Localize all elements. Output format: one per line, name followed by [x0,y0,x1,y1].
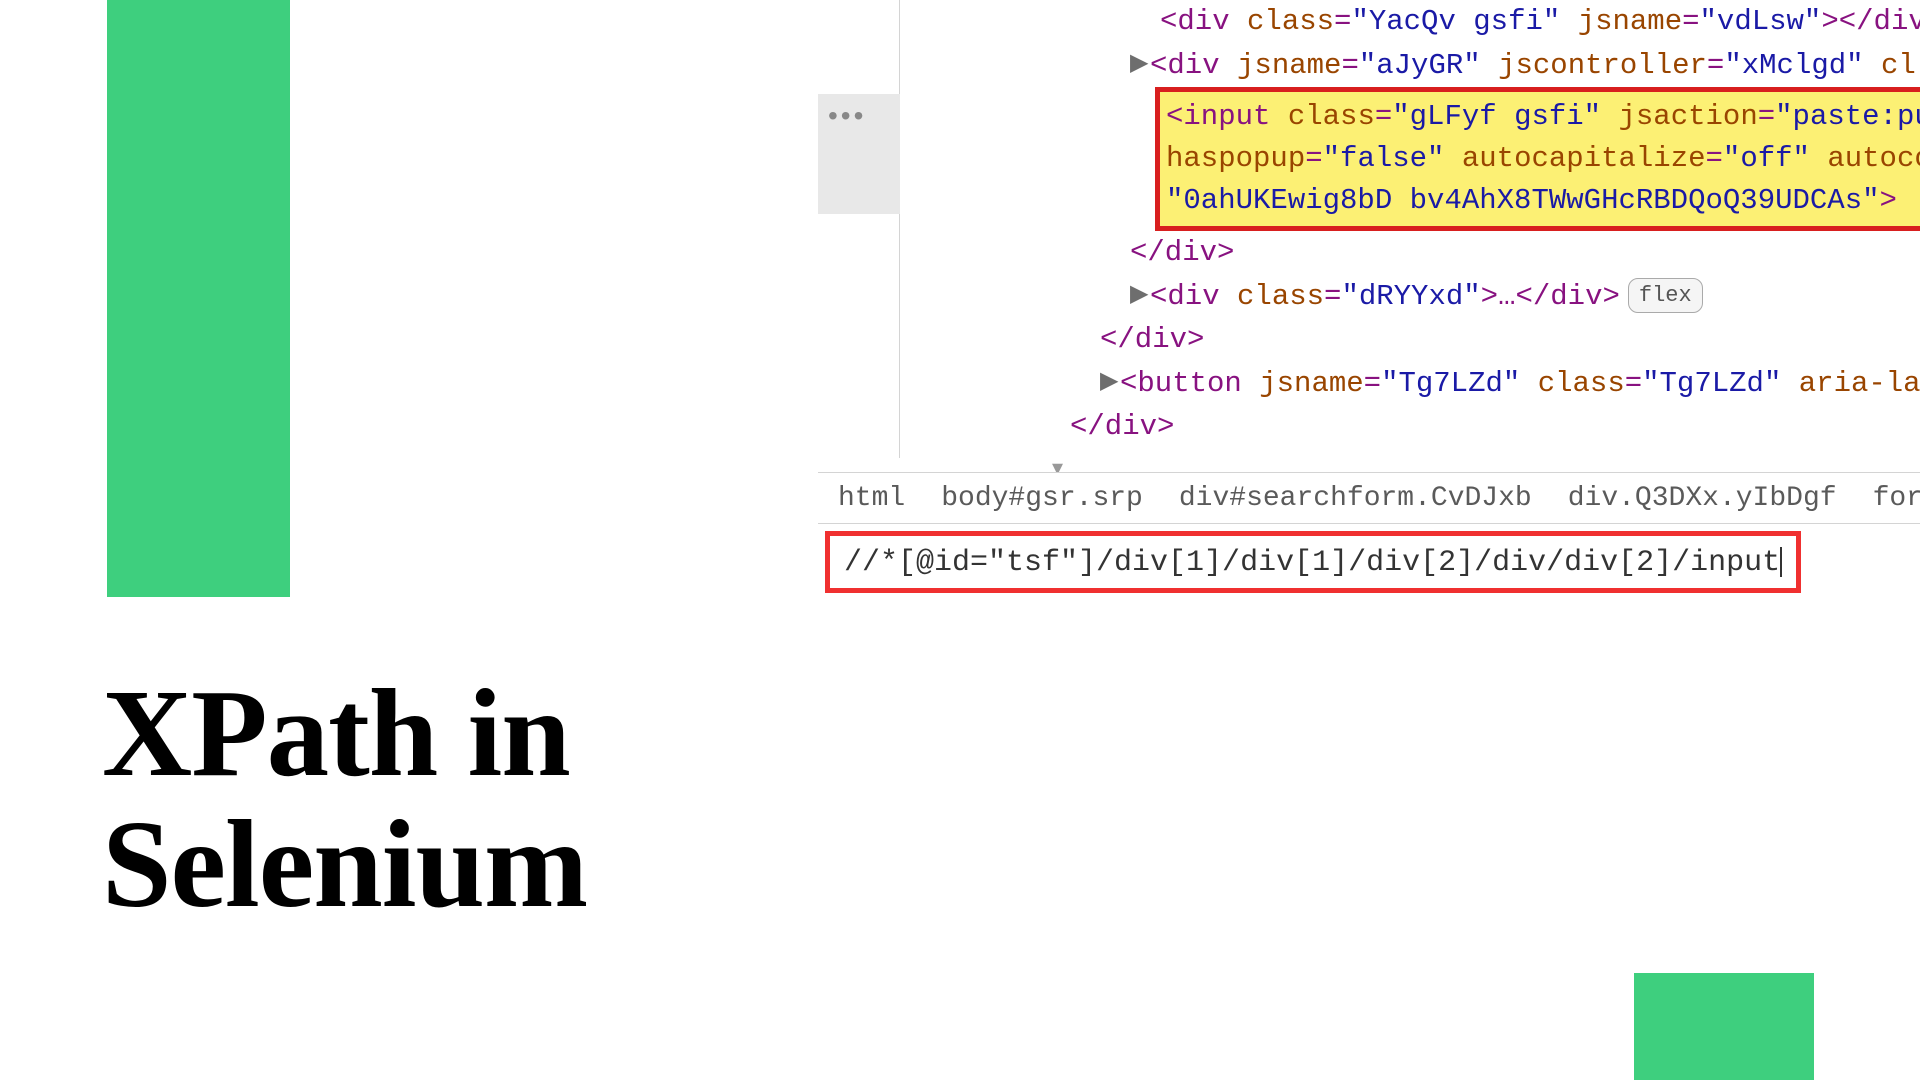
expand-arrow-icon[interactable]: ▶ [1100,365,1120,401]
flex-badge[interactable]: flex [1628,278,1703,313]
devtools-gutter [818,0,900,458]
elements-source[interactable]: <div class="YacQv gsfi" jsname="vdLsw"><… [900,0,1920,449]
dom-node-div-dryyxd[interactable]: ▶<div class="dRYYxd">…</div>flex [900,275,1920,319]
highlight-line-2: haspopup="false" autocapitalize="off" au… [1166,138,1920,180]
highlight-line-1: <input class="gLFyf gsfi" jsaction="past… [1166,96,1920,138]
dom-close-div-2: </div> [900,318,1920,362]
devtools-panel: ••• <div class="YacQv gsfi" jsname="vdLs… [818,0,1920,600]
dom-breadcrumb[interactable]: html body#gsr.srp div#searchform.CvDJxb … [818,472,1920,524]
dom-close-div-1: </div> [900,231,1920,275]
selected-dom-node-input[interactable]: <input class="gLFyf gsfi" jsaction="past… [1155,87,1920,231]
dom-close-div-3: </div> [900,405,1920,449]
gutter-ellipsis-icon: ••• [828,100,866,132]
title-line-1: XPath in [102,665,570,803]
highlight-line-3: "0ahUKEwig8bD bv4AhX8TWwGHcRBDQoQ39UDCAs… [1166,180,1920,222]
dom-node-button-tg7lzd[interactable]: ▶<button jsname="Tg7LZd" class="Tg7LZd" … [900,362,1920,406]
slide-title: XPath in Selenium [102,669,587,932]
breadcrumb-body[interactable]: body#gsr.srp [941,483,1143,514]
breadcrumb-form-tsf[interactable]: form#tsf. [1873,483,1920,514]
decorative-green-bottom [1634,973,1814,1080]
breadcrumb-q3dxx[interactable]: div.Q3DXx.yIbDgf [1568,483,1837,514]
text-cursor [1780,547,1782,577]
expand-arrow-icon[interactable]: ▶ [1130,47,1150,83]
dom-node-div-ajygr[interactable]: ▶<div jsname="aJyGR" jscontroller="xMclg… [900,44,1920,88]
xpath-value: //*[@id="tsf"]/div[1]/div[1]/div[2]/div/… [844,546,1780,580]
dom-node-div-yacqv[interactable]: <div class="YacQv gsfi" jsname="vdLsw"><… [900,0,1920,44]
breadcrumb-searchform[interactable]: div#searchform.CvDJxb [1179,483,1532,514]
expand-arrow-icon[interactable]: ▶ [1130,278,1150,314]
decorative-green-top [107,0,290,597]
xpath-search-input[interactable]: //*[@id="tsf"]/div[1]/div[1]/div[2]/div/… [825,531,1801,593]
title-line-2: Selenium [102,796,587,934]
breadcrumb-html[interactable]: html [838,483,905,514]
